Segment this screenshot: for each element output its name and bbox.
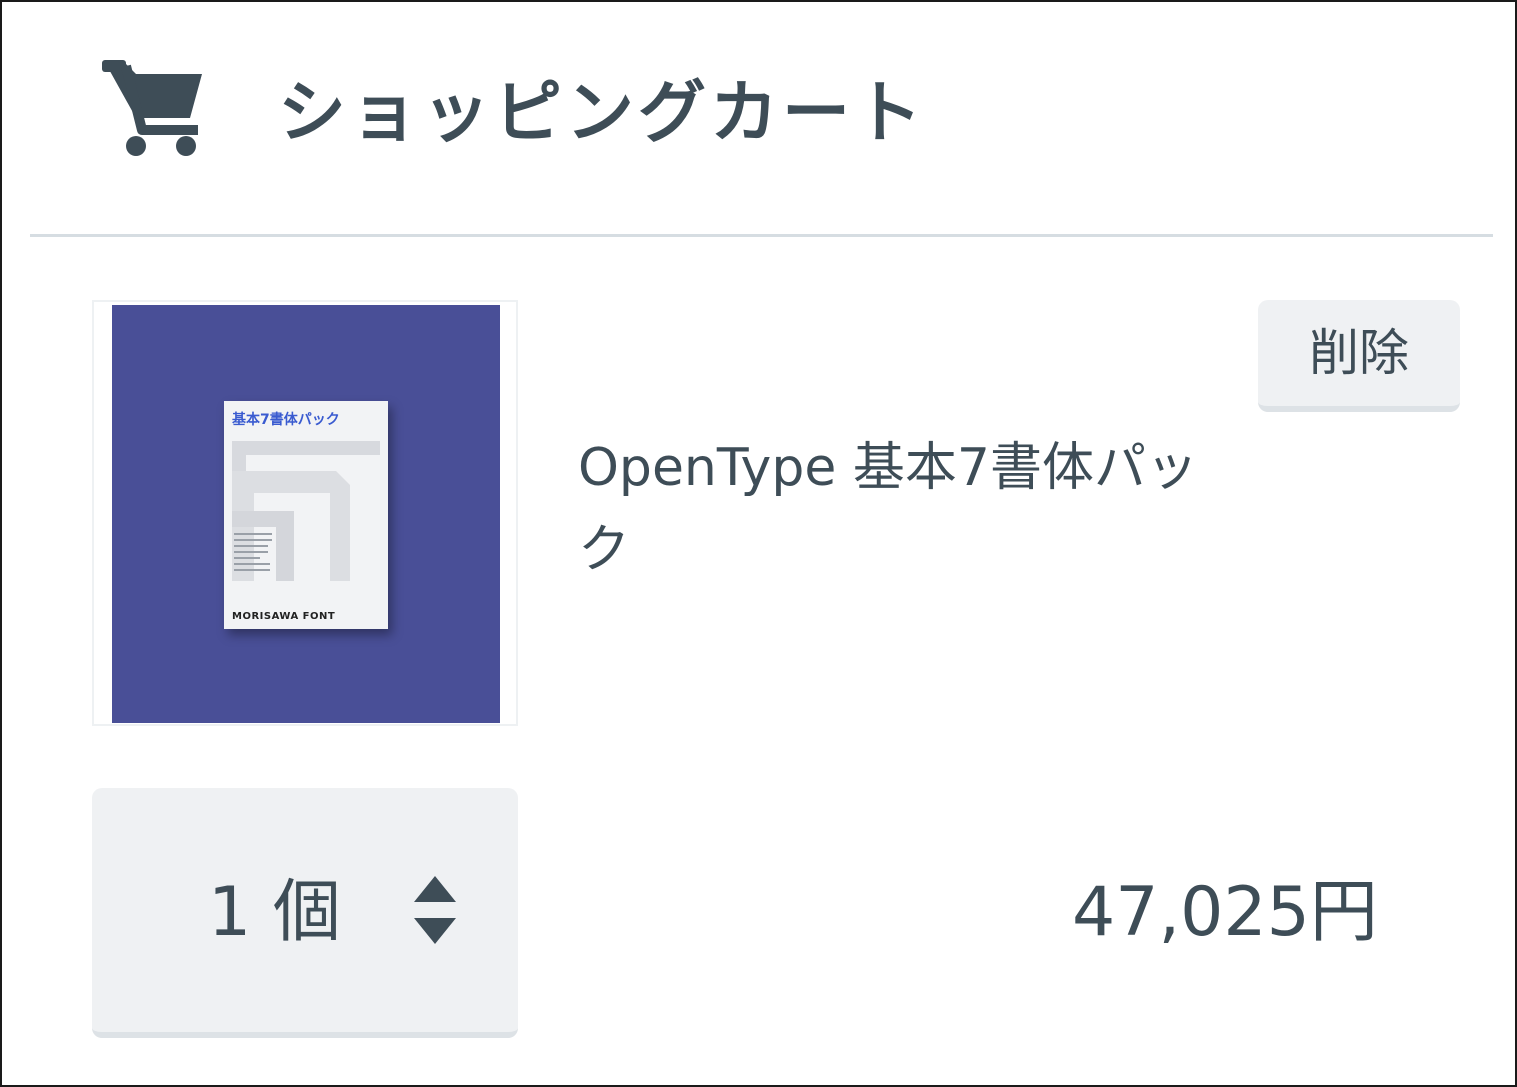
- package-title: 基本7書体パック: [232, 412, 340, 428]
- product-image[interactable]: 基本7書体パック MORISAWA FONT: [92, 300, 518, 726]
- item-price: 47,025円: [1072, 873, 1378, 952]
- product-image-background: 基本7書体パック MORISAWA FONT: [112, 305, 500, 723]
- sort-updown-icon: [414, 876, 456, 944]
- quantity-select[interactable]: 1 個: [92, 788, 518, 1038]
- delete-button[interactable]: 削除: [1258, 300, 1460, 412]
- page-title: ショッピングカート: [278, 74, 927, 153]
- product-package: 基本7書体パック MORISAWA FONT: [224, 401, 388, 629]
- package-artwork: [232, 441, 380, 581]
- package-brand: MORISAWA FONT: [232, 611, 336, 622]
- quantity-value: 1 個: [208, 873, 341, 952]
- cart-header: ショッピングカート: [2, 2, 1515, 234]
- product-name[interactable]: OpenType 基本7書体パック: [578, 427, 1218, 591]
- header-divider: [30, 234, 1493, 237]
- shopping-cart-icon: [102, 60, 202, 156]
- shopping-cart-panel: ショッピングカート 基本7書体パック MORISAWA FONT OpenTyp…: [0, 0, 1517, 1087]
